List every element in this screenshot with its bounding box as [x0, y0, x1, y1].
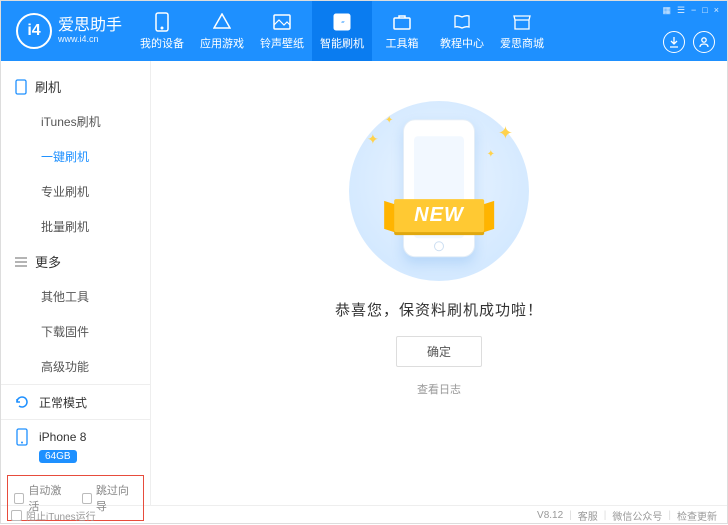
ok-button[interactable]: 确定: [396, 336, 482, 367]
new-ribbon: NEW: [394, 199, 484, 232]
skin-button[interactable]: ▦: [662, 5, 671, 16]
sidebar-item-oneclick-flash[interactable]: 一键刷机: [1, 139, 150, 174]
checkbox-label: 阻止iTunes运行: [26, 508, 96, 523]
user-button[interactable]: [693, 31, 715, 53]
phone-icon: [152, 12, 172, 32]
toolbox-icon: [392, 12, 412, 32]
menu-button[interactable]: ☰: [677, 5, 685, 16]
nav-store[interactable]: 爱思商城: [492, 1, 552, 61]
device-icon: [13, 428, 31, 446]
store-icon: [512, 12, 532, 32]
success-message: 恭喜您，保资料刷机成功啦！: [335, 299, 543, 320]
main-nav: 我的设备 应用游戏 铃声壁纸 智能刷机 工具箱 教程中心 爱思商城: [132, 1, 552, 61]
nav-apps[interactable]: 应用游戏: [192, 1, 252, 61]
checkbox-icon: [14, 493, 24, 504]
sidebar-item-download-firmware[interactable]: 下载固件: [1, 314, 150, 349]
success-illustration: ✦ ✦ ✦ ✦ NEW: [349, 101, 529, 281]
view-log-link[interactable]: 查看日志: [417, 381, 461, 397]
download-button[interactable]: [663, 31, 685, 53]
sparkle-icon: ✦: [487, 149, 495, 160]
sidebar-group-label: 更多: [35, 252, 61, 271]
checkbox-icon: [11, 510, 22, 521]
app-subtitle: www.i4.cn: [58, 35, 122, 45]
block-itunes-checkbox[interactable]: 阻止iTunes运行: [11, 508, 96, 523]
flash-icon: [332, 12, 352, 32]
device-name: iPhone 8: [39, 430, 86, 444]
logo[interactable]: i4 爱思助手 www.i4.cn: [1, 13, 132, 49]
app-title: 爱思助手: [58, 17, 122, 35]
nav-my-devices[interactable]: 我的设备: [132, 1, 192, 61]
wallpaper-icon: [272, 12, 292, 32]
refresh-icon: [13, 393, 31, 411]
nav-smart-flash[interactable]: 智能刷机: [312, 1, 372, 61]
sparkle-icon: ✦: [498, 123, 513, 144]
storage-badge: 64GB: [39, 450, 77, 463]
checkbox-icon: [82, 493, 92, 504]
logo-icon: i4: [16, 13, 52, 49]
version-label: V8.12: [537, 510, 563, 521]
nav-label: 我的设备: [140, 35, 184, 51]
sidebar-item-itunes-flash[interactable]: iTunes刷机: [1, 104, 150, 139]
nav-label: 智能刷机: [320, 35, 364, 51]
maximize-button[interactable]: □: [702, 5, 707, 16]
nav-tutorials[interactable]: 教程中心: [432, 1, 492, 61]
sidebar: 刷机 iTunes刷机 一键刷机 专业刷机 批量刷机 更多 其他工具 下载固件 …: [1, 61, 151, 505]
nav-toolbox[interactable]: 工具箱: [372, 1, 432, 61]
book-icon: [452, 12, 472, 32]
sparkle-icon: ✦: [367, 131, 379, 148]
nav-ringtones[interactable]: 铃声壁纸: [252, 1, 312, 61]
sidebar-group-more[interactable]: 更多: [1, 244, 150, 279]
nav-label: 工具箱: [386, 35, 419, 51]
checkbox-label: 跳过向导: [96, 482, 137, 514]
window-controls: ▦ ☰ − □ ×: [662, 5, 719, 16]
nav-label: 应用游戏: [200, 35, 244, 51]
mode-label: 正常模式: [39, 394, 87, 411]
device-mode[interactable]: 正常模式: [1, 385, 150, 419]
list-icon: [15, 257, 29, 267]
close-button[interactable]: ×: [714, 5, 719, 16]
sidebar-group-label: 刷机: [35, 77, 61, 96]
nav-label: 爱思商城: [500, 35, 544, 51]
phone-small-icon: [15, 79, 29, 95]
nav-label: 教程中心: [440, 35, 484, 51]
sidebar-item-pro-flash[interactable]: 专业刷机: [1, 174, 150, 209]
sidebar-item-advanced[interactable]: 高级功能: [1, 349, 150, 384]
wechat-link[interactable]: 微信公众号: [612, 508, 662, 523]
content-area: ✦ ✦ ✦ ✦ NEW 恭喜您，保资料刷机成功啦！ 确定 查看日志: [151, 61, 727, 505]
apps-icon: [212, 12, 232, 32]
support-link[interactable]: 客服: [578, 508, 598, 523]
minimize-button[interactable]: −: [691, 5, 696, 16]
phone-illustration: [403, 119, 475, 257]
device-info[interactable]: iPhone 8 64GB: [1, 419, 150, 471]
sidebar-item-other-tools[interactable]: 其他工具: [1, 279, 150, 314]
sidebar-group-flash[interactable]: 刷机: [1, 69, 150, 104]
title-bar: i4 爱思助手 www.i4.cn 我的设备 应用游戏 铃声壁纸 智能刷机 工具…: [1, 1, 727, 61]
sidebar-item-batch-flash[interactable]: 批量刷机: [1, 209, 150, 244]
check-update-link[interactable]: 检查更新: [677, 508, 717, 523]
sparkle-icon: ✦: [385, 115, 393, 126]
nav-label: 铃声壁纸: [260, 35, 304, 51]
